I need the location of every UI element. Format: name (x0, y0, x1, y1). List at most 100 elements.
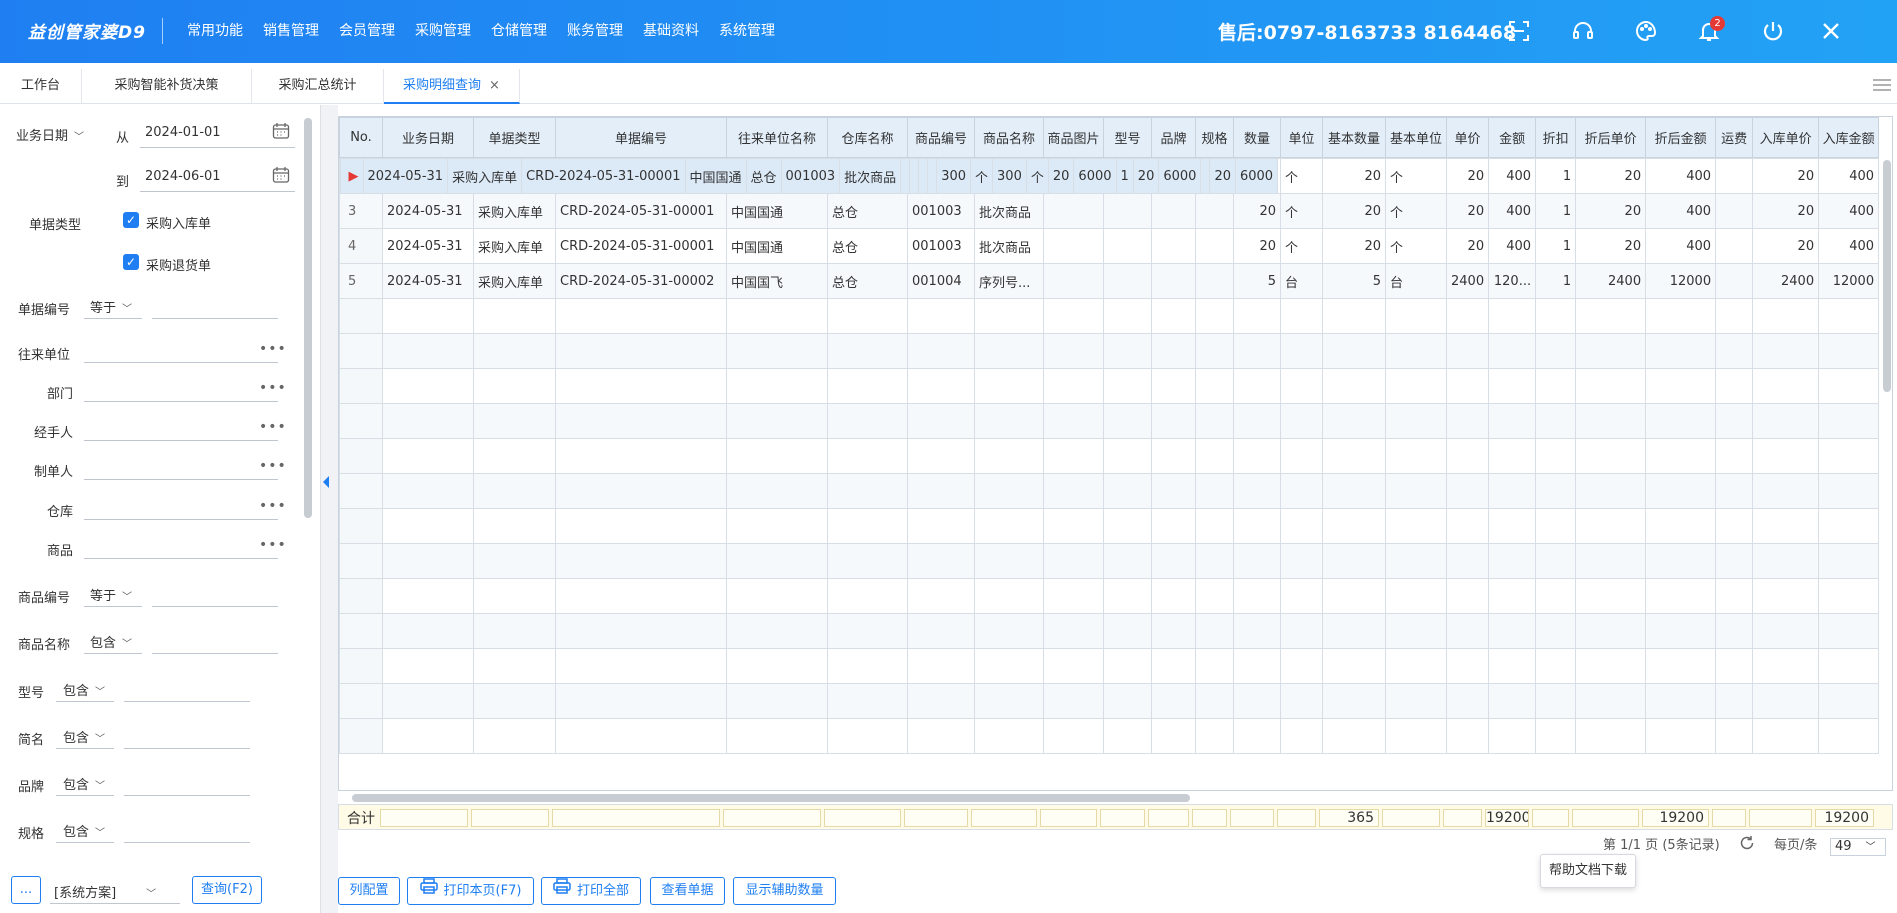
short-name-input[interactable] (124, 748, 250, 749)
from-date-input[interactable]: 2024-01-01 (145, 125, 221, 140)
nav-accounts[interactable]: 账务管理 (557, 20, 633, 42)
help-download-tooltip[interactable]: 帮助文档下载 (1540, 854, 1636, 888)
column-header[interactable]: 单位 (1280, 117, 1323, 158)
dept-more-icon[interactable]: ••• (259, 380, 287, 396)
doc-type-purchase-in-checkbox[interactable]: ✓ (123, 212, 139, 228)
date-type-select[interactable]: 业务日期 ﹀ (16, 125, 84, 144)
maker-more-icon[interactable]: ••• (259, 458, 287, 474)
refresh-icon[interactable] (1738, 834, 1756, 852)
doc-no-input[interactable] (152, 318, 278, 319)
spec-op-select[interactable]: 包含 ﹀ (63, 821, 105, 840)
doc-no-op-select[interactable]: 等于 ﹀ (90, 297, 132, 316)
nav-purchase[interactable]: 采购管理 (405, 20, 481, 42)
column-header[interactable]: 金额 (1488, 117, 1537, 158)
tab-purchase-summary[interactable]: 采购汇总统计 (252, 69, 384, 104)
column-header[interactable]: 单据编号 (555, 117, 727, 158)
column-header[interactable]: 折后单价 (1575, 117, 1647, 158)
column-config-button[interactable]: 列配置 (338, 877, 400, 905)
model-op-select[interactable]: 包含 ﹀ (63, 680, 105, 699)
partner-more-icon[interactable]: ••• (259, 341, 287, 357)
view-document-button[interactable]: 查看单据 (650, 877, 725, 905)
table-row[interactable]: 5 2024-05-31 采购入库单 CRD-2024-05-31-00002 中国国飞… (339, 263, 1880, 299)
short-name-op-select[interactable]: 包含 ﹀ (63, 727, 105, 746)
dept-input[interactable] (84, 401, 278, 402)
scan-icon[interactable] (1506, 18, 1532, 44)
column-header[interactable]: No. (339, 117, 383, 158)
product-name-input[interactable] (152, 653, 278, 654)
spec-input[interactable] (124, 842, 250, 843)
column-header[interactable]: 入库金额 (1818, 117, 1880, 158)
warehouse-input[interactable] (84, 519, 278, 520)
column-header[interactable]: 商品编号 (907, 117, 975, 158)
horizontal-scrollbar-thumb[interactable] (352, 794, 1190, 802)
column-header[interactable]: 数量 (1233, 117, 1281, 158)
scheme-select[interactable]: [系统方案] ﹀ (54, 882, 156, 901)
column-header[interactable]: 单价 (1445, 117, 1490, 158)
brand-op-select[interactable]: 包含 ﹀ (63, 774, 105, 793)
product-more-icon[interactable]: ••• (259, 537, 287, 553)
collapse-arrow-icon[interactable] (323, 476, 329, 488)
palette-icon[interactable] (1633, 18, 1659, 44)
column-header[interactable]: 入库单价 (1752, 117, 1820, 158)
partner-input[interactable] (84, 362, 278, 363)
panel-splitter[interactable] (320, 105, 338, 913)
brand-input[interactable] (124, 795, 250, 796)
column-header[interactable]: 规格 (1195, 117, 1234, 158)
tab-menu-icon[interactable] (1873, 78, 1891, 92)
column-header[interactable]: 商品名称 (974, 117, 1044, 158)
column-header[interactable]: 商品图片 (1043, 117, 1104, 158)
nav-common[interactable]: 常用功能 (177, 20, 253, 42)
filter-scrollbar-thumb[interactable] (304, 118, 312, 518)
bell-icon[interactable]: 2 (1696, 16, 1725, 44)
tab-purchase-detail[interactable]: 采购明细查询 × (384, 69, 520, 104)
column-header[interactable]: 运费 (1715, 117, 1754, 158)
print-all-button[interactable]: 打印全部 (541, 877, 641, 905)
maker-input[interactable] (84, 479, 278, 480)
doc-type-label: 单据类型 (29, 218, 82, 233)
product-name-op-select[interactable]: 包含 ﹀ (90, 632, 132, 651)
product-code-input[interactable] (152, 606, 278, 607)
tab-smart-replenish[interactable]: 采购智能补货决策 (82, 69, 252, 104)
column-header[interactable]: 折扣 (1535, 117, 1577, 158)
to-date-input[interactable]: 2024-06-01 (145, 169, 221, 184)
more-options-button[interactable]: ... (11, 876, 41, 904)
table-row[interactable]: ▶ 2024-05-31 采购入库单 CRD-2024-05-31-00001 中国国通… (339, 158, 1279, 194)
column-header[interactable]: 仓库名称 (827, 117, 908, 158)
tab-close-icon[interactable]: × (489, 78, 500, 93)
nav-warehouse[interactable]: 仓储管理 (481, 20, 557, 42)
column-header[interactable]: 单据类型 (473, 117, 556, 158)
doc-type-purchase-return-checkbox[interactable]: ✓ (123, 254, 139, 270)
power-icon[interactable] (1760, 18, 1786, 44)
query-button[interactable]: 查询(F2) (192, 876, 262, 904)
nav-system[interactable]: 系统管理 (709, 20, 785, 42)
handler-more-icon[interactable]: ••• (259, 419, 287, 435)
nav-basic-data[interactable]: 基础资料 (633, 20, 709, 42)
per-page-select[interactable]: 49 ﹀ (1830, 838, 1886, 856)
total-base-qty: 365 (1319, 809, 1379, 827)
model-input[interactable] (124, 701, 250, 702)
empty-cell (1195, 648, 1234, 684)
nav-member[interactable]: 会员管理 (329, 20, 405, 42)
calendar-icon[interactable] (271, 121, 291, 141)
close-icon[interactable] (1818, 18, 1844, 44)
column-header[interactable]: 业务日期 (382, 117, 474, 158)
column-header[interactable]: 折后金额 (1645, 117, 1717, 158)
column-header[interactable]: 基本数量 (1322, 117, 1386, 158)
column-header[interactable]: 品牌 (1151, 117, 1196, 158)
warehouse-more-icon[interactable]: ••• (259, 498, 287, 514)
table-row[interactable]: 4 2024-05-31 采购入库单 CRD-2024-05-31-00001 中国国通… (339, 228, 1880, 264)
show-aux-qty-button[interactable]: 显示辅助数量 (733, 877, 836, 905)
product-code-op-select[interactable]: 等于 ﹀ (90, 585, 132, 604)
column-header[interactable]: 往来单位名称 (726, 117, 828, 158)
calendar-icon[interactable] (271, 165, 291, 185)
tab-workbench[interactable]: 工作台 (0, 69, 82, 104)
headset-icon[interactable] (1570, 18, 1596, 44)
table-row[interactable]: 3 2024-05-31 采购入库单 CRD-2024-05-31-00001 中国国通… (339, 193, 1880, 229)
vertical-scrollbar-thumb[interactable] (1883, 160, 1891, 392)
column-header[interactable]: 基本单位 (1385, 117, 1447, 158)
handler-input[interactable] (84, 440, 278, 441)
product-input[interactable] (84, 558, 278, 559)
column-header[interactable]: 型号 (1103, 117, 1152, 158)
nav-sales[interactable]: 销售管理 (253, 20, 329, 42)
print-page-button[interactable]: 打印本页(F7) (407, 877, 534, 905)
